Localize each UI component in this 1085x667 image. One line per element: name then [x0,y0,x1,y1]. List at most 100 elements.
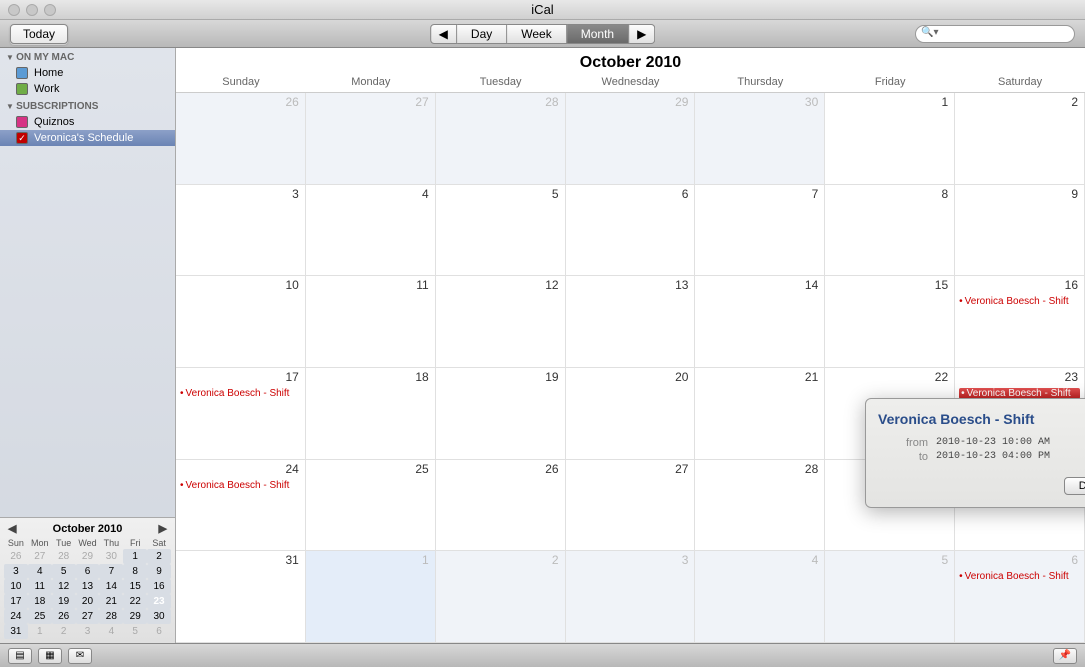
mini-day-cell[interactable]: 29 [123,609,147,624]
pin-button[interactable]: 📌 [1053,648,1077,664]
day-view-tab[interactable]: Day [457,24,507,44]
mini-day-cell[interactable]: 7 [99,564,123,579]
day-cell[interactable]: 9 [955,185,1085,277]
event-item[interactable]: Veronica Boesch - Shift [180,388,301,399]
calendar-list-item[interactable]: Work [0,81,175,97]
calendar-list-item[interactable]: Home [0,65,175,81]
mini-day-cell[interactable]: 28 [52,549,76,564]
day-cell[interactable]: 27 [566,460,696,552]
mini-day-cell[interactable]: 22 [123,594,147,609]
done-button[interactable]: Done [1064,477,1085,495]
day-cell[interactable]: 1 [306,551,436,643]
event-item[interactable]: Veronica Boesch - Shift [180,480,301,491]
calendar-checkbox[interactable] [16,116,28,128]
mini-day-cell[interactable]: 3 [4,564,28,579]
mini-day-cell[interactable]: 12 [52,579,76,594]
mini-next-button[interactable]: ▶ [159,522,167,535]
show-calendars-button[interactable]: ▤ [8,648,32,664]
mini-day-cell[interactable]: 18 [28,594,52,609]
mini-day-cell[interactable]: 15 [123,579,147,594]
day-cell[interactable]: 5 [825,551,955,643]
day-cell[interactable]: 5 [436,185,566,277]
day-cell[interactable]: 19 [436,368,566,460]
day-cell[interactable]: 16Veronica Boesch - Shift [955,276,1085,368]
close-window-button[interactable] [8,4,20,16]
day-cell[interactable]: 2 [436,551,566,643]
day-cell[interactable]: 30 [695,93,825,185]
calendar-checkbox[interactable] [16,83,28,95]
day-cell[interactable]: 3 [566,551,696,643]
calendar-list-item[interactable]: Quiznos [0,114,175,130]
day-cell[interactable]: 31 [176,551,306,643]
day-cell[interactable]: 6 [566,185,696,277]
calendar-checkbox[interactable]: ✓ [16,132,28,144]
mini-day-cell[interactable]: 14 [99,579,123,594]
day-cell[interactable]: 2 [955,93,1085,185]
day-cell[interactable]: 13 [566,276,696,368]
mini-day-cell[interactable]: 2 [147,549,171,564]
mini-day-cell[interactable]: 13 [76,579,100,594]
mini-day-cell[interactable]: 25 [28,609,52,624]
mini-day-cell[interactable]: 9 [147,564,171,579]
zoom-window-button[interactable] [44,4,56,16]
event-item[interactable]: Veronica Boesch - Shift [959,296,1080,307]
show-mini-month-button[interactable]: ▦ [38,648,62,664]
mini-day-cell[interactable]: 31 [4,624,28,639]
mini-day-cell[interactable]: 6 [147,624,171,639]
day-cell[interactable]: 20 [566,368,696,460]
day-cell[interactable]: 1 [825,93,955,185]
mini-day-cell[interactable]: 11 [28,579,52,594]
day-cell[interactable]: 18 [306,368,436,460]
mini-day-cell[interactable]: 27 [76,609,100,624]
mini-day-cell[interactable]: 10 [4,579,28,594]
mini-day-cell[interactable]: 29 [76,549,100,564]
day-cell[interactable]: 11 [306,276,436,368]
mini-day-cell[interactable]: 16 [147,579,171,594]
mini-prev-button[interactable]: ◀ [8,522,16,535]
search-input[interactable] [915,25,1075,43]
day-cell[interactable]: 29 [566,93,696,185]
day-cell[interactable]: 28 [436,93,566,185]
sidebar-section-header[interactable]: Subscriptions [0,97,175,114]
show-notifications-button[interactable]: ✉ [68,648,92,664]
day-cell[interactable]: 4 [695,551,825,643]
mini-day-cell[interactable]: 23 [147,594,171,609]
minimize-window-button[interactable] [26,4,38,16]
mini-day-cell[interactable]: 30 [147,609,171,624]
day-cell[interactable]: 26 [436,460,566,552]
mini-day-cell[interactable]: 20 [76,594,100,609]
mini-day-cell[interactable]: 26 [52,609,76,624]
day-cell[interactable]: 27 [306,93,436,185]
day-cell[interactable]: 14 [695,276,825,368]
mini-day-cell[interactable]: 21 [99,594,123,609]
day-cell[interactable]: 6Veronica Boesch - Shift [955,551,1085,643]
day-cell[interactable]: 4 [306,185,436,277]
mini-day-cell[interactable]: 1 [28,624,52,639]
day-cell[interactable]: 25 [306,460,436,552]
calendar-list-item[interactable]: ✓Veronica's Schedule [0,130,175,146]
mini-day-cell[interactable]: 26 [4,549,28,564]
day-cell[interactable]: 8 [825,185,955,277]
day-cell[interactable]: 12 [436,276,566,368]
mini-day-cell[interactable]: 28 [99,609,123,624]
day-cell[interactable]: 15 [825,276,955,368]
mini-day-cell[interactable]: 2 [52,624,76,639]
mini-day-cell[interactable]: 24 [4,609,28,624]
mini-day-cell[interactable]: 4 [28,564,52,579]
calendar-checkbox[interactable] [16,67,28,79]
day-cell[interactable]: 24Veronica Boesch - Shift [176,460,306,552]
mini-day-cell[interactable]: 6 [76,564,100,579]
day-cell[interactable]: 3 [176,185,306,277]
today-button[interactable]: Today [10,24,68,44]
mini-day-cell[interactable]: 8 [123,564,147,579]
mini-day-cell[interactable]: 5 [52,564,76,579]
month-view-tab[interactable]: Month [567,24,629,44]
event-item[interactable]: Veronica Boesch - Shift [959,571,1080,582]
sidebar-section-header[interactable]: On My Mac [0,48,175,65]
mini-day-cell[interactable]: 1 [123,549,147,564]
mini-day-cell[interactable]: 4 [99,624,123,639]
mini-day-cell[interactable]: 5 [123,624,147,639]
day-cell[interactable]: 7 [695,185,825,277]
mini-day-cell[interactable]: 27 [28,549,52,564]
mini-day-cell[interactable]: 19 [52,594,76,609]
